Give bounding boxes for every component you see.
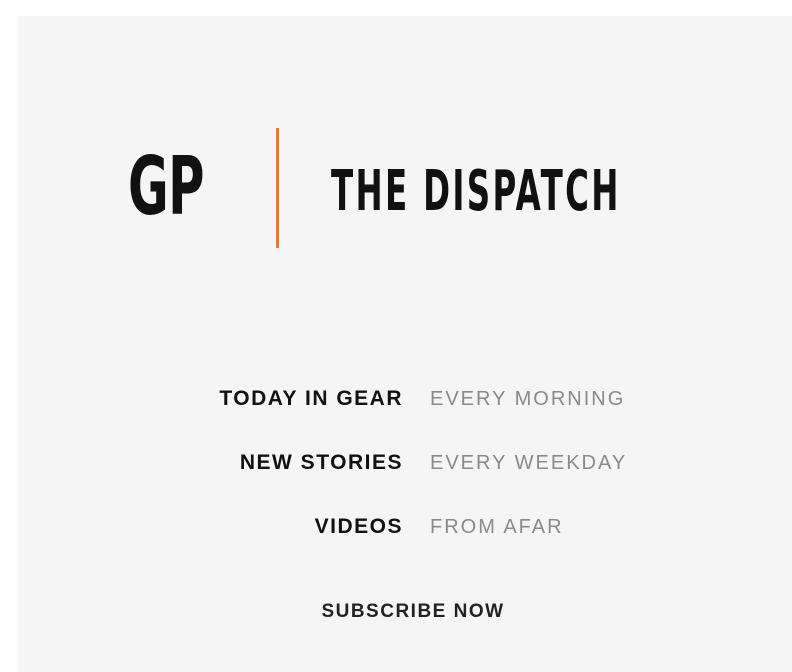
feature-name: VIDEOS <box>314 515 403 538</box>
gp-logo: GP <box>128 140 204 233</box>
newsletter-card: GP THE DISPATCH TODAY IN GEAR EVERY MORN… <box>18 16 792 672</box>
feature-frequency: EVERY MORNING <box>430 388 626 410</box>
publication-title: THE DISPATCH <box>331 159 621 224</box>
feature-frequency: EVERY WEEKDAY <box>430 452 628 474</box>
feature-frequency: FROM AFAR <box>430 516 564 538</box>
feature-name: NEW STORIES <box>239 451 403 474</box>
feature-name: TODAY IN GEAR <box>219 387 403 410</box>
feature-row-videos: VIDEOS FROM AFAR <box>18 512 792 542</box>
feature-row-new-stories: NEW STORIES EVERY WEEKDAY <box>18 448 792 478</box>
feature-row-today-in-gear: TODAY IN GEAR EVERY MORNING <box>18 384 792 414</box>
logo-divider <box>276 128 279 248</box>
subscribe-now-button[interactable]: SUBSCRIBE NOW <box>288 594 538 630</box>
